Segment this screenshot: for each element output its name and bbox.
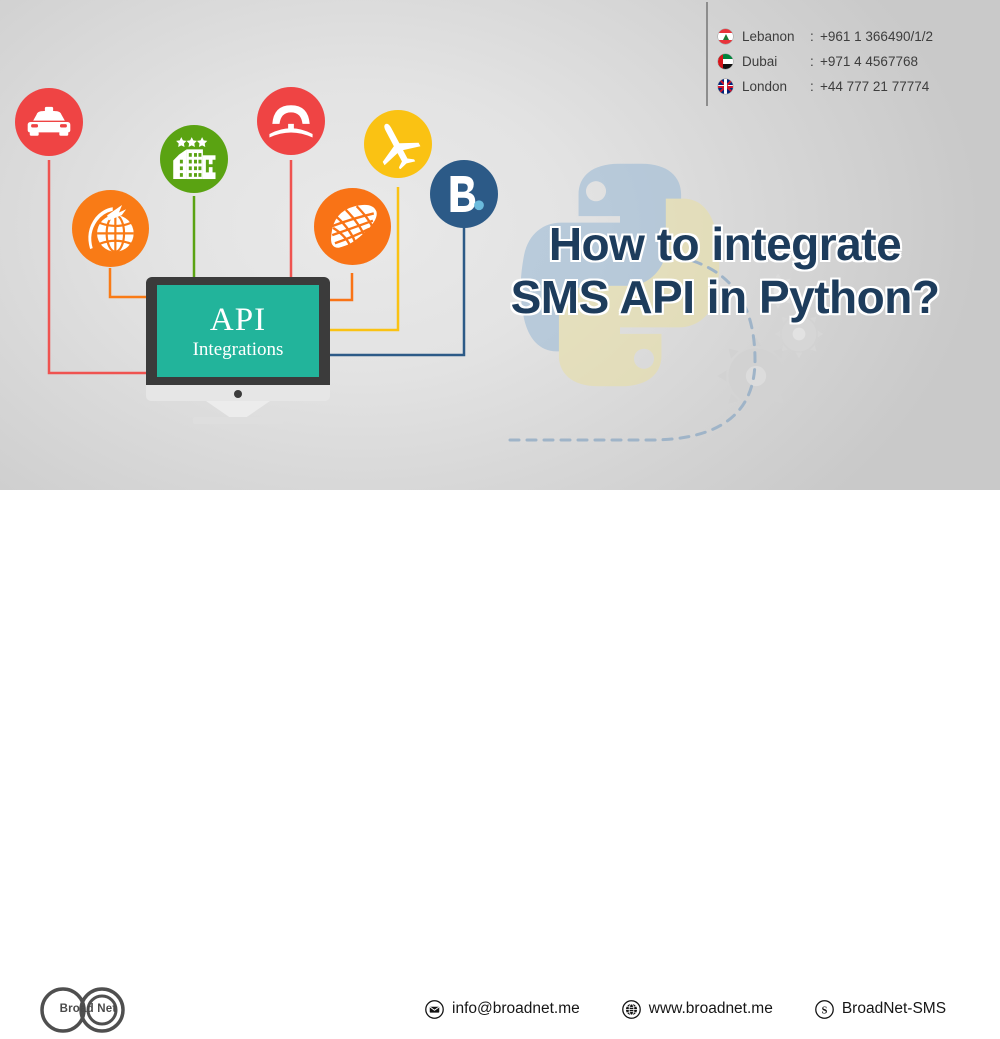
contact-row-lebanon: Lebanon : +961 1 366490/1/2: [718, 24, 988, 49]
footer-website[interactable]: www.broadnet.me: [621, 999, 773, 1019]
logo-text: Broad Net: [59, 1003, 117, 1015]
footer-website-label: www.broadnet.me: [648, 1000, 773, 1017]
pin-hotel[interactable]: [160, 125, 228, 193]
booking-b-icon: [450, 176, 484, 212]
broadnet-infinity-logo[interactable]: Broad Net: [32, 986, 142, 1034]
contact-list: Lebanon : +961 1 366490/1/2 Dubai : +971…: [718, 24, 988, 99]
pin-airplane[interactable]: [364, 110, 432, 178]
monitor-screen: API Integrations: [157, 285, 319, 377]
contact-row-london: London : +44 777 21 77774: [718, 74, 988, 99]
contact-separator: :: [810, 29, 814, 44]
banner: API Integrations How to integrate SMS AP…: [0, 0, 1000, 490]
monitor-base: [193, 417, 283, 424]
contact-number[interactable]: +961 1 366490/1/2: [820, 29, 933, 44]
footer-skype[interactable]: S BroadNet-SMS: [814, 999, 947, 1019]
contact-country: Dubai: [742, 54, 778, 69]
contact-number[interactable]: +971 4 4567768: [820, 54, 918, 69]
pin-bridge[interactable]: [257, 87, 325, 155]
contact-separator: :: [810, 79, 814, 94]
headline-line-1: How to integrate: [548, 218, 902, 270]
contact-country: London: [742, 79, 788, 94]
contact-row-dubai: Dubai : +971 4 4567768: [718, 49, 988, 74]
globe-plane-icon: [87, 204, 134, 253]
contact-separator: :: [810, 54, 814, 69]
footer-email-label: info@broadnet.me: [452, 1000, 580, 1017]
globe-icon: [621, 999, 641, 1019]
airplane-icon: [382, 123, 421, 169]
contact-number[interactable]: +44 777 21 77774: [820, 79, 929, 94]
contact-country: Lebanon: [742, 29, 795, 44]
lebanon-flag-icon: [718, 29, 733, 44]
taxi-icon: [27, 106, 71, 136]
pin-net-ball[interactable]: [314, 188, 391, 265]
footer: Broad Net info@broadnet.me www.broadnet.…: [0, 490, 1000, 1033]
api-subtitle: Integrations: [192, 338, 284, 360]
hotel-icon: [173, 137, 216, 180]
page-title: How to integrate SMS API in Python?: [460, 218, 990, 325]
contact-divider: [706, 2, 708, 106]
pin-taxi[interactable]: [15, 88, 83, 156]
uk-flag-icon: [718, 79, 733, 94]
pin-travel[interactable]: [72, 190, 149, 267]
net-ball-icon: [330, 204, 377, 250]
footer-email[interactable]: info@broadnet.me: [425, 999, 580, 1019]
monitor-power-dot: [234, 390, 242, 398]
footer-contact-list: info@broadnet.me www.broadnet.me S Broad…: [425, 994, 946, 1024]
api-title: API: [209, 301, 267, 338]
skype-icon: S: [814, 999, 834, 1019]
footer-skype-label: BroadNet-SMS: [841, 1000, 947, 1017]
bridge-icon: [269, 105, 313, 138]
headline-line-2: SMS API in Python?: [510, 271, 940, 324]
monitor: API Integrations: [146, 277, 330, 424]
svg-text:S: S: [821, 1005, 827, 1016]
uae-flag-icon: [718, 54, 733, 69]
email-icon: [425, 999, 444, 1019]
